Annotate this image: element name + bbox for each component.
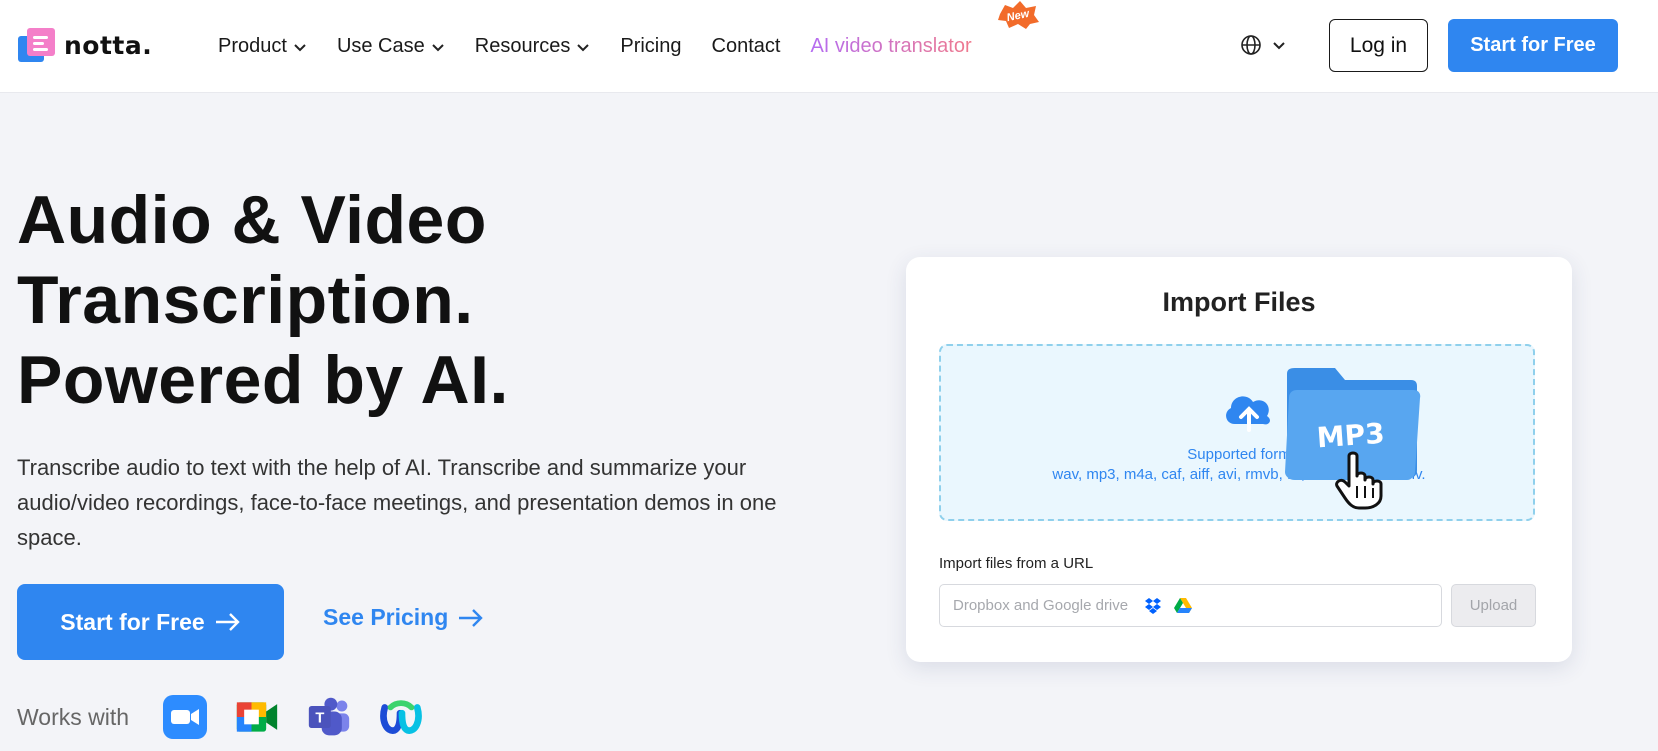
- url-input-placeholder: Dropbox and Google drive: [953, 597, 1129, 614]
- hero-start-for-free-button[interactable]: Start for Free: [17, 584, 284, 660]
- upload-button[interactable]: Upload: [1451, 584, 1536, 627]
- new-badge: New: [996, 0, 1040, 30]
- nav-item-use-case[interactable]: Use Case: [337, 35, 445, 58]
- notta-logo[interactable]: notta.: [18, 26, 152, 64]
- supported-formats-label: Supported form: [1187, 446, 1291, 463]
- globe-icon: [1241, 35, 1261, 55]
- folder-label: MP3: [1316, 417, 1386, 455]
- zoom-icon: [163, 695, 208, 739]
- top-navigation-bar: notta. Product Use Case Resources Pricin…: [0, 0, 1658, 93]
- hero-title-line: Powered by AI.: [17, 342, 509, 418]
- hero-description: Transcribe audio to text with the help o…: [17, 455, 777, 550]
- import-files-card: Import Files Supported form wav, mp3, m4…: [906, 257, 1572, 662]
- works-with-row: Works with T: [17, 695, 451, 739]
- chevron-down-icon: [432, 43, 444, 51]
- nav-item-label: Product: [218, 35, 287, 57]
- google-meet-icon: [235, 695, 279, 739]
- cta-secondary-label: See Pricing: [323, 604, 449, 630]
- hero-title-line: Transcription.: [17, 262, 474, 338]
- notta-logo-icon: [18, 28, 55, 62]
- supported-formats-list: wav, mp3, m4a, caf, aiff, avi, rmvb, flv…: [941, 466, 1533, 483]
- chevron-down-icon: [294, 43, 306, 51]
- import-url-label: Import files from a URL: [939, 555, 1094, 572]
- nav-item-label: AI video translator: [810, 35, 972, 57]
- nav-item-product[interactable]: Product: [218, 35, 307, 58]
- import-files-title: Import Files: [1162, 287, 1316, 317]
- dropbox-icon: [1145, 597, 1162, 614]
- nav-item-label: Resources: [474, 35, 571, 57]
- nav-item-resources[interactable]: Resources: [475, 35, 591, 58]
- cloud-upload-icon: [1226, 396, 1270, 432]
- nav-item-contact[interactable]: Contact: [712, 35, 781, 58]
- nav-item-label: Pricing: [620, 35, 682, 57]
- works-with-label: Works with: [17, 703, 130, 730]
- logo-wordmark: notta.: [64, 30, 153, 60]
- hero-title: Audio & Video Transcription. Powered by …: [17, 180, 509, 420]
- nav-item-pricing[interactable]: Pricing: [620, 35, 681, 58]
- import-url-input[interactable]: Dropbox and Google drive: [939, 584, 1442, 627]
- cta-primary-label: Start for Free: [60, 608, 205, 635]
- webex-icon: [379, 695, 423, 739]
- see-pricing-link[interactable]: See Pricing: [323, 604, 484, 631]
- language-selector[interactable]: [1240, 34, 1286, 56]
- microsoft-teams-icon: T: [307, 695, 351, 739]
- chevron-down-icon: [1273, 42, 1285, 50]
- arrow-right-icon: [459, 608, 483, 627]
- hero-title-line: Audio & Video: [17, 182, 487, 258]
- file-dropzone[interactable]: Supported form wav, mp3, m4a, caf, aiff,…: [939, 344, 1535, 521]
- nav-item-label: Contact: [711, 35, 781, 57]
- new-badge-burst-icon: New: [998, 1, 1039, 29]
- arrow-right-icon: [215, 613, 240, 631]
- pointer-hand-icon: [1335, 451, 1383, 510]
- login-button[interactable]: Log in: [1329, 19, 1428, 72]
- google-drive-icon: [1174, 597, 1193, 613]
- svg-text:T: T: [315, 711, 324, 727]
- nav-item-ai-video-translator[interactable]: AI video translator: [810, 35, 971, 58]
- mp3-folder-illustration: MP3: [1281, 360, 1421, 510]
- main-nav: Product Use Case Resources Pricing Conta…: [218, 0, 1002, 93]
- nav-item-label: Use Case: [336, 35, 425, 57]
- chevron-down-icon: [577, 43, 590, 51]
- start-for-free-button[interactable]: Start for Free: [1448, 19, 1618, 72]
